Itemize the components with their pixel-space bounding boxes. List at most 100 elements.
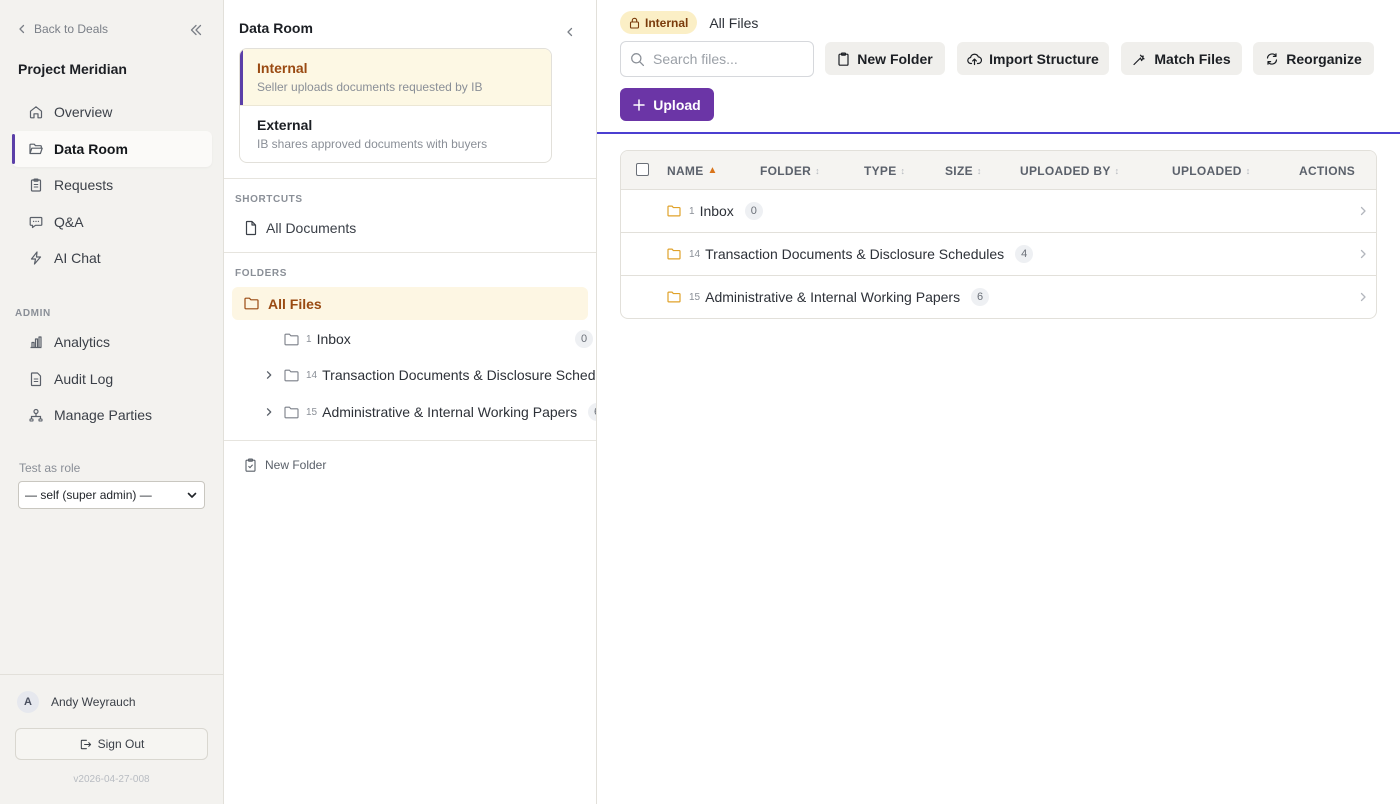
folder-tree-item-administrative-papers[interactable]: 15 Administrative & Internal Working Pap…	[224, 397, 596, 427]
import-structure-button[interactable]: Import Structure	[957, 42, 1109, 75]
nav-label: Analytics	[54, 334, 111, 350]
new-folder-button[interactable]: New Folder	[825, 42, 945, 75]
sidebar-footer: A Andy Weyrauch Sign Out v2026-04-27-008	[0, 674, 223, 804]
column-label: SIZE	[945, 163, 973, 178]
folder-number: 1	[689, 205, 695, 217]
folder-tree-item-inbox[interactable]: 1 Inbox 0	[224, 324, 596, 354]
sort-icon: ↕	[900, 165, 906, 176]
column-header-size[interactable]: SIZE ↕	[945, 151, 982, 190]
sidebar: Back to Deals Project Meridian Overview …	[0, 0, 224, 804]
column-label: NAME	[667, 163, 704, 178]
nav-label: Q&A	[54, 213, 84, 230]
folder-icon	[667, 248, 681, 260]
sign-out-button[interactable]: Sign Out	[15, 728, 208, 760]
room-card-internal[interactable]: Internal Seller uploads documents reques…	[240, 49, 551, 106]
shortcut-all-documents[interactable]: All Documents	[244, 220, 356, 236]
chevron-right-icon[interactable]	[264, 370, 274, 380]
nav-item-requests[interactable]: Requests	[12, 167, 212, 203]
chevron-right-icon[interactable]	[1358, 248, 1368, 260]
select-all-checkbox[interactable]	[636, 163, 649, 176]
search-box	[620, 41, 814, 77]
name-cell: 15 Administrative & Internal Working Pap…	[667, 276, 990, 318]
collapse-sidebar-button[interactable]	[188, 22, 204, 38]
nav-label: Overview	[54, 104, 113, 120]
folder-number: 15	[306, 406, 318, 418]
shortcut-label: All Documents	[266, 220, 357, 236]
table-row[interactable]: 1 Inbox 0	[621, 190, 1376, 233]
name-cell: 14 Transaction Documents & Disclosure Sc…	[667, 233, 1034, 275]
folder-count-badge: 0	[575, 330, 593, 348]
folder-name: Administrative & Internal Working Papers	[322, 404, 578, 420]
bar-chart-icon	[28, 334, 44, 350]
room-title: External	[257, 117, 313, 133]
reorganize-button[interactable]: Reorganize	[1253, 42, 1374, 75]
divider	[224, 252, 596, 253]
lock-icon	[629, 17, 640, 29]
document-icon	[28, 371, 44, 387]
toolbar-divider	[597, 132, 1400, 134]
nav-item-manage-parties[interactable]: Manage Parties	[12, 397, 212, 433]
room-card-external[interactable]: External IB shares approved documents wi…	[240, 106, 551, 162]
search-input[interactable]	[653, 51, 803, 67]
divider	[224, 440, 596, 441]
folder-name: Administrative & Internal Working Papers	[705, 289, 961, 305]
button-label: Match Files	[1154, 50, 1231, 67]
chevron-down-icon	[186, 489, 198, 501]
test-as-role-select[interactable]: — self (super admin) —	[18, 481, 205, 509]
folder-tree-root-all-files[interactable]: All Files	[232, 287, 588, 320]
nav-item-audit-log[interactable]: Audit Log	[12, 361, 212, 397]
table-row[interactable]: 15 Administrative & Internal Working Pap…	[621, 276, 1376, 318]
nav-item-overview[interactable]: Overview	[12, 94, 212, 130]
chevron-right-icon[interactable]	[1358, 205, 1368, 217]
column-header-folder[interactable]: FOLDER ↕	[760, 151, 820, 190]
sort-ascending-icon: ▲	[707, 165, 718, 176]
column-header-name[interactable]: NAME ▲	[667, 151, 718, 190]
column-label: UPLOADED	[1172, 163, 1242, 178]
plus-icon	[633, 98, 646, 111]
admin-nav: Analytics Audit Log Manage Parties	[12, 324, 212, 433]
folder-count-badge: 4	[1015, 245, 1034, 263]
new-folder-link[interactable]: New Folder	[244, 458, 326, 472]
folder-tree-label: 1 Inbox	[306, 331, 351, 347]
nav-item-analytics[interactable]: Analytics	[12, 324, 212, 360]
folder-name: Inbox	[316, 331, 351, 347]
column-header-type[interactable]: TYPE ↕	[864, 151, 905, 190]
nav-item-ai-chat[interactable]: AI Chat	[12, 240, 212, 276]
chevron-right-icon[interactable]	[264, 407, 274, 417]
lightning-icon	[28, 250, 44, 266]
folder-name: Inbox	[699, 203, 734, 219]
avatar: A	[17, 691, 39, 713]
column-label: UPLOADED BY	[1020, 163, 1111, 178]
org-chart-icon	[28, 407, 44, 423]
nav-item-qa[interactable]: Q&A	[12, 204, 212, 240]
column-header-actions: ACTIONS	[1299, 151, 1355, 190]
button-label: Upload	[653, 96, 701, 113]
nav-label: AI Chat	[54, 250, 101, 266]
back-to-deals-link[interactable]: Back to Deals	[16, 22, 108, 36]
folder-number: 14	[689, 248, 701, 260]
room-badge-internal[interactable]: Internal	[620, 11, 698, 34]
nav-label: Audit Log	[54, 370, 114, 387]
folder-root-label: All Files	[268, 295, 322, 312]
chevron-right-icon[interactable]	[1358, 291, 1368, 303]
collapse-panel-button[interactable]	[564, 26, 576, 38]
refresh-icon	[1265, 52, 1279, 66]
column-header-uploaded-by[interactable]: UPLOADED BY ↕	[1020, 151, 1119, 190]
file-browser: Internal All Files New Folder Import Str…	[597, 0, 1400, 804]
match-files-button[interactable]: Match Files	[1121, 42, 1242, 75]
sort-icon: ↕	[815, 165, 820, 176]
table-row[interactable]: 14 Transaction Documents & Disclosure Sc…	[621, 233, 1376, 276]
folder-number: 15	[689, 291, 701, 303]
folder-tree-label: 15 Administrative & Internal Working Pap…	[306, 403, 596, 421]
folder-icon	[244, 297, 259, 310]
document-icon	[244, 220, 258, 236]
nav-item-data-room[interactable]: Data Room	[12, 130, 212, 167]
folder-tree-item-transaction-documents[interactable]: 14 Transaction Documents & Disclosure Sc…	[224, 360, 596, 390]
folder-icon	[284, 369, 299, 382]
app-version: v2026-04-27-008	[73, 774, 150, 785]
room-badge-label: Internal	[645, 15, 689, 30]
upload-button[interactable]: Upload	[620, 88, 714, 121]
column-header-uploaded[interactable]: UPLOADED ↕	[1172, 151, 1251, 190]
home-icon	[28, 104, 44, 120]
folder-icon	[284, 406, 299, 419]
